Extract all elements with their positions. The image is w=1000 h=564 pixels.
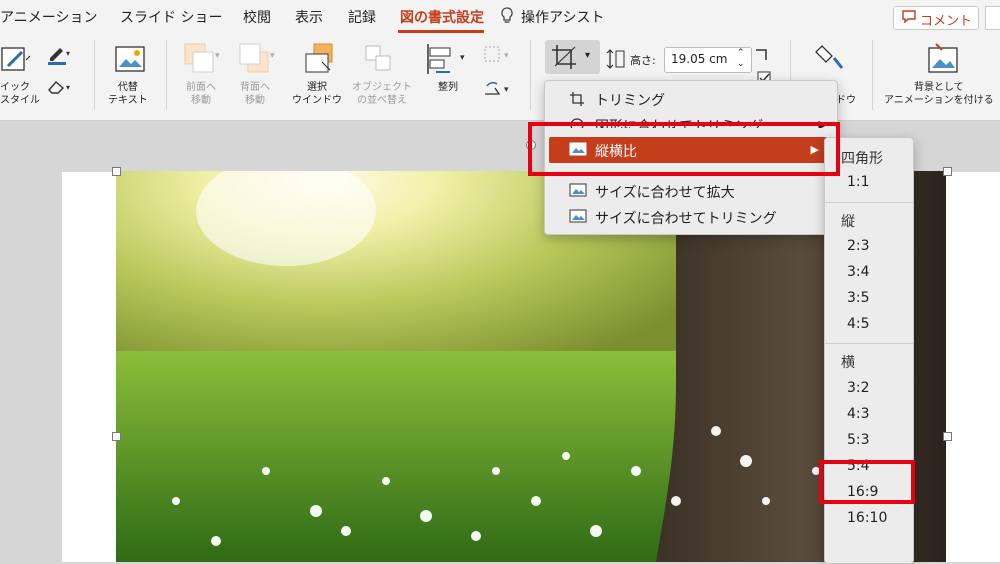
aspect-ratio-submenu: 四角形 1:1 縦 2:3 3:4 3:5 4:5 横 3:2 4:3 5:3 …	[824, 137, 914, 564]
crop-dropdown-menu: トリミング 図形に合わせてトリミング ▶ 縦横比 ▶ サイズに合わせて拡大 サイ…	[544, 80, 838, 235]
reorder-objects-label: オブジェクト の並べ替え	[352, 82, 412, 106]
ribbon-separator	[166, 40, 167, 110]
share-button[interactable]	[985, 6, 1000, 30]
menu-item-label: サイズに合わせてトリミング	[595, 211, 777, 227]
menu-item-fill[interactable]: サイズに合わせて拡大	[545, 178, 837, 204]
svg-text:▾: ▾	[270, 51, 275, 61]
height-icon	[606, 48, 626, 74]
ribbon-separator	[94, 40, 95, 110]
align-icon[interactable]: ▾	[424, 42, 472, 80]
tab-view[interactable]: 表示	[295, 7, 323, 27]
selection-pane-label: 選択 ウインドウ	[292, 82, 342, 106]
menu-item-label: 図形に合わせてトリミング	[595, 119, 763, 128]
menu-item-crop[interactable]: トリミング	[545, 86, 837, 112]
svg-text:▾: ▾	[215, 51, 220, 61]
comment-button-label: コメント	[920, 14, 973, 29]
height-field[interactable]: 19.05 cm ⌃ ⌄	[664, 47, 752, 73]
ribbon-toolbar: イック スタイル ▾ ▾ 代替 テキスト ▾ 前面へ 移動 ▾ 背面へ 移動 選…	[0, 34, 1000, 121]
height-value: 19.05 cm	[671, 52, 728, 66]
ratio-5-4[interactable]: 5:4	[847, 458, 870, 474]
picture-icon	[569, 142, 587, 160]
alt-text-icon[interactable]	[113, 44, 147, 80]
format-pane-icon[interactable]	[812, 42, 846, 80]
height-stepper[interactable]: ⌃ ⌄	[737, 48, 745, 70]
shape-icon	[569, 117, 585, 128]
menu-item-crop-to-shape[interactable]: 図形に合わせてトリミング ▶	[545, 112, 837, 128]
menu-item-label: サイズに合わせて拡大	[595, 185, 735, 201]
tab-record[interactable]: 記録	[348, 7, 376, 27]
crop-icon	[551, 44, 579, 74]
alt-text-label: 代替 テキスト	[108, 82, 148, 106]
align-label: 整列	[438, 82, 458, 93]
ratio-2-3[interactable]: 2:3	[847, 238, 870, 254]
tab-review[interactable]: 校閲	[243, 7, 271, 27]
eraser-icon[interactable]: ▾	[46, 78, 72, 100]
ratio-3-2[interactable]: 3:2	[847, 380, 870, 396]
ribbon-separator	[872, 40, 873, 110]
svg-text:▾: ▾	[66, 83, 70, 92]
resize-handle[interactable]	[943, 432, 952, 441]
submenu-divider	[825, 343, 913, 344]
send-backward-icon[interactable]: ▾	[238, 42, 280, 80]
pen-color-icon[interactable]: ▾	[46, 44, 72, 70]
height-label: 高さ:	[630, 54, 656, 67]
submenu-arrow-icon: ▶	[818, 118, 827, 128]
submenu-arrow-icon: ▶	[810, 143, 819, 156]
rotate-icon[interactable]: ▾	[482, 78, 518, 104]
menu-item-label: トリミング	[595, 93, 665, 109]
menu-item-label: 縦横比	[595, 144, 637, 160]
ratio-4-5[interactable]: 4:5	[847, 316, 870, 332]
ratio-3-5[interactable]: 3:5	[847, 290, 870, 306]
crop-icon	[569, 91, 585, 111]
picture-icon	[569, 209, 587, 227]
ribbon-separator	[530, 40, 531, 110]
lightbulb-icon	[500, 7, 514, 29]
selection-pane-icon[interactable]	[302, 42, 336, 80]
rotate-handle[interactable]	[526, 140, 536, 150]
active-tab-indicator	[398, 30, 484, 33]
resize-handle[interactable]	[112, 167, 121, 176]
tab-animation[interactable]: アニメーション	[0, 7, 97, 27]
submenu-heading-square: 四角形	[841, 151, 883, 167]
tab-slideshow[interactable]: スライド ショー	[120, 7, 222, 27]
resize-handle[interactable]	[112, 432, 121, 441]
resize-handle[interactable]	[943, 167, 952, 176]
set-as-background-label: 背景として アニメーションを付ける	[884, 82, 994, 106]
ratio-3-4[interactable]: 3:4	[847, 264, 870, 280]
submenu-heading-landscape: 横	[841, 355, 855, 371]
svg-text:▾: ▾	[504, 51, 509, 61]
tab-picture-format[interactable]: 図の書式設定	[400, 7, 484, 27]
menu-item-aspect-ratio[interactable]: 縦横比 ▶	[549, 137, 829, 163]
group-icon[interactable]: ▾	[482, 44, 518, 70]
ratio-1-1[interactable]: 1:1	[847, 174, 870, 190]
reorder-objects-icon[interactable]	[362, 42, 398, 80]
menu-item-fit[interactable]: サイズに合わせてトリミング	[545, 204, 837, 230]
crop-dropdown-icon: ▾	[585, 50, 591, 61]
ratio-16-9[interactable]: 16:9	[847, 484, 878, 500]
ribbon-tab-bar: アニメーション スライド ショー 校閲 表示 記録 図の書式設定 操作アシスト …	[0, 0, 1000, 34]
picture-icon	[569, 183, 587, 201]
svg-text:▾: ▾	[504, 85, 509, 95]
tell-me-search[interactable]: 操作アシスト	[521, 7, 604, 27]
comment-icon	[902, 10, 916, 27]
comment-button[interactable]: コメント	[893, 6, 979, 30]
ratio-16-10[interactable]: 16:10	[847, 510, 887, 526]
quick-style-label: イック スタイル	[0, 82, 40, 106]
crop-button[interactable]: ▾	[545, 40, 600, 74]
send-backward-label: 背面へ 移動	[240, 82, 270, 106]
svg-text:▾: ▾	[66, 49, 70, 58]
bring-forward-label: 前面へ 移動	[186, 82, 216, 106]
submenu-heading-portrait: 縦	[841, 214, 855, 230]
set-as-background-icon[interactable]	[926, 42, 960, 80]
quick-style-icon[interactable]	[0, 44, 32, 80]
submenu-divider	[825, 202, 913, 203]
bring-forward-icon[interactable]: ▾	[183, 42, 225, 80]
ratio-5-3[interactable]: 5:3	[847, 432, 870, 448]
svg-text:▾: ▾	[460, 53, 465, 63]
ratio-4-3[interactable]: 4:3	[847, 406, 870, 422]
